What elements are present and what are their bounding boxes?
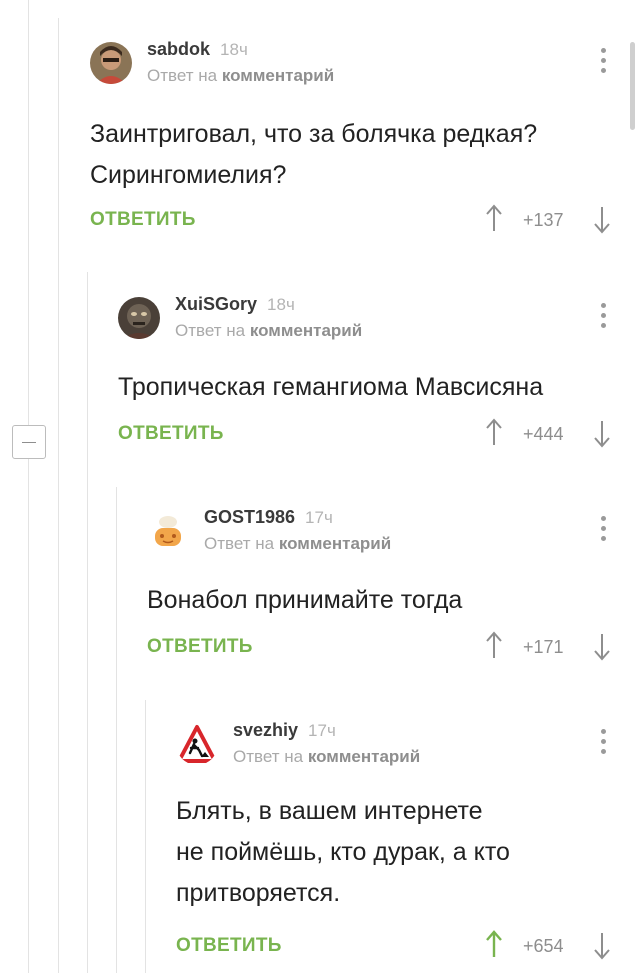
avatar-image	[176, 723, 218, 765]
collapse-thread-button[interactable]	[12, 425, 46, 459]
comment-text-line: Тропическая гемангиома Мавсисяна	[118, 373, 544, 401]
reply-button[interactable]: ОТВЕТИТЬ	[118, 423, 224, 445]
more-vertical-icon[interactable]	[601, 729, 607, 755]
thread-line-level-1	[87, 272, 88, 973]
comment-author[interactable]: svezhiy 17ч	[233, 720, 336, 741]
thread-line-level-0	[58, 18, 59, 973]
comment-author[interactable]: sabdok 18ч	[147, 39, 248, 60]
arrow-up-icon[interactable]	[485, 930, 503, 958]
more-vertical-icon[interactable]	[601, 303, 607, 329]
author-name[interactable]: GOST1986	[204, 507, 295, 527]
comment-text-line: притворяется.	[176, 879, 341, 907]
avatar-image	[90, 42, 132, 84]
arrow-up-icon[interactable]	[485, 418, 503, 446]
reply-to-label: Ответ на комментарий	[175, 321, 362, 341]
avatar-svezhiy[interactable]	[176, 723, 218, 765]
comment-text-line: Блять, в вашем интернете	[176, 797, 483, 825]
comment-time: 17ч	[305, 508, 333, 527]
arrow-down-icon[interactable]	[593, 206, 611, 234]
comment-time: 18ч	[220, 40, 248, 59]
avatar-xuisgory[interactable]	[118, 297, 160, 339]
arrow-up-icon[interactable]	[485, 631, 503, 659]
comment-text: Заинтриговал, что за болячка редкая? Сир…	[90, 114, 537, 196]
vote-score: +171	[523, 637, 564, 657]
comment-text-line: Заинтриговал, что за болячка редкая?	[90, 120, 538, 148]
vote-score: +137	[523, 210, 564, 230]
reply-to-link[interactable]: комментарий	[279, 534, 391, 553]
reply-to-prefix: Ответ на	[147, 66, 218, 85]
vote-score: +444	[523, 424, 564, 444]
thread-line-level-0b	[28, 0, 29, 425]
vote-score: +654	[523, 936, 564, 956]
comment-text-line: Сирингомиелия?	[90, 161, 287, 189]
thread-line-level-2	[116, 487, 117, 973]
reply-to-link[interactable]: комментарий	[222, 66, 334, 85]
author-name[interactable]: svezhiy	[233, 720, 298, 740]
avatar-sabdok[interactable]	[90, 42, 132, 84]
comment-text: Блять, в вашем интернете не поймёшь, кто…	[176, 791, 510, 914]
reply-to-prefix: Ответ на	[175, 321, 246, 340]
author-name[interactable]: sabdok	[147, 39, 210, 59]
thread-line-level-0c	[28, 459, 29, 973]
more-vertical-icon[interactable]	[601, 48, 607, 74]
comment-text-line: Вонабол принимайте тогда	[147, 586, 463, 614]
comment-text: Тропическая гемангиома Мавсисяна	[118, 367, 543, 408]
arrow-down-icon[interactable]	[593, 420, 611, 448]
reply-to-link[interactable]: комментарий	[250, 321, 362, 340]
avatar-image	[147, 510, 189, 552]
reply-to-label: Ответ на комментарий	[204, 534, 391, 554]
comment-author[interactable]: XuiSGory 18ч	[175, 294, 295, 315]
thread-line-level-3	[145, 700, 146, 973]
reply-to-prefix: Ответ на	[233, 747, 304, 766]
avatar-gost1986[interactable]	[147, 510, 189, 552]
comment-time: 18ч	[267, 295, 295, 314]
reply-to-label: Ответ на комментарий	[147, 66, 334, 86]
reply-button[interactable]: ОТВЕТИТЬ	[90, 209, 196, 231]
author-name[interactable]: XuiSGory	[175, 294, 257, 314]
comment-author[interactable]: GOST1986 17ч	[204, 507, 333, 528]
reply-to-prefix: Ответ на	[204, 534, 275, 553]
comment-time: 17ч	[308, 721, 336, 740]
arrow-down-icon[interactable]	[593, 932, 611, 960]
arrow-up-icon[interactable]	[485, 204, 503, 232]
arrow-down-icon[interactable]	[593, 633, 611, 661]
comment-text-line: не поймёшь, кто дурак, а кто	[176, 838, 510, 866]
avatar-image	[118, 297, 160, 339]
reply-button[interactable]: ОТВЕТИТЬ	[176, 935, 282, 957]
more-vertical-icon[interactable]	[601, 516, 607, 542]
reply-to-label: Ответ на комментарий	[233, 747, 420, 767]
scrollbar[interactable]	[630, 42, 635, 130]
comment-text: Вонабол принимайте тогда	[147, 580, 462, 621]
reply-to-link[interactable]: комментарий	[308, 747, 420, 766]
reply-button[interactable]: ОТВЕТИТЬ	[147, 636, 253, 658]
